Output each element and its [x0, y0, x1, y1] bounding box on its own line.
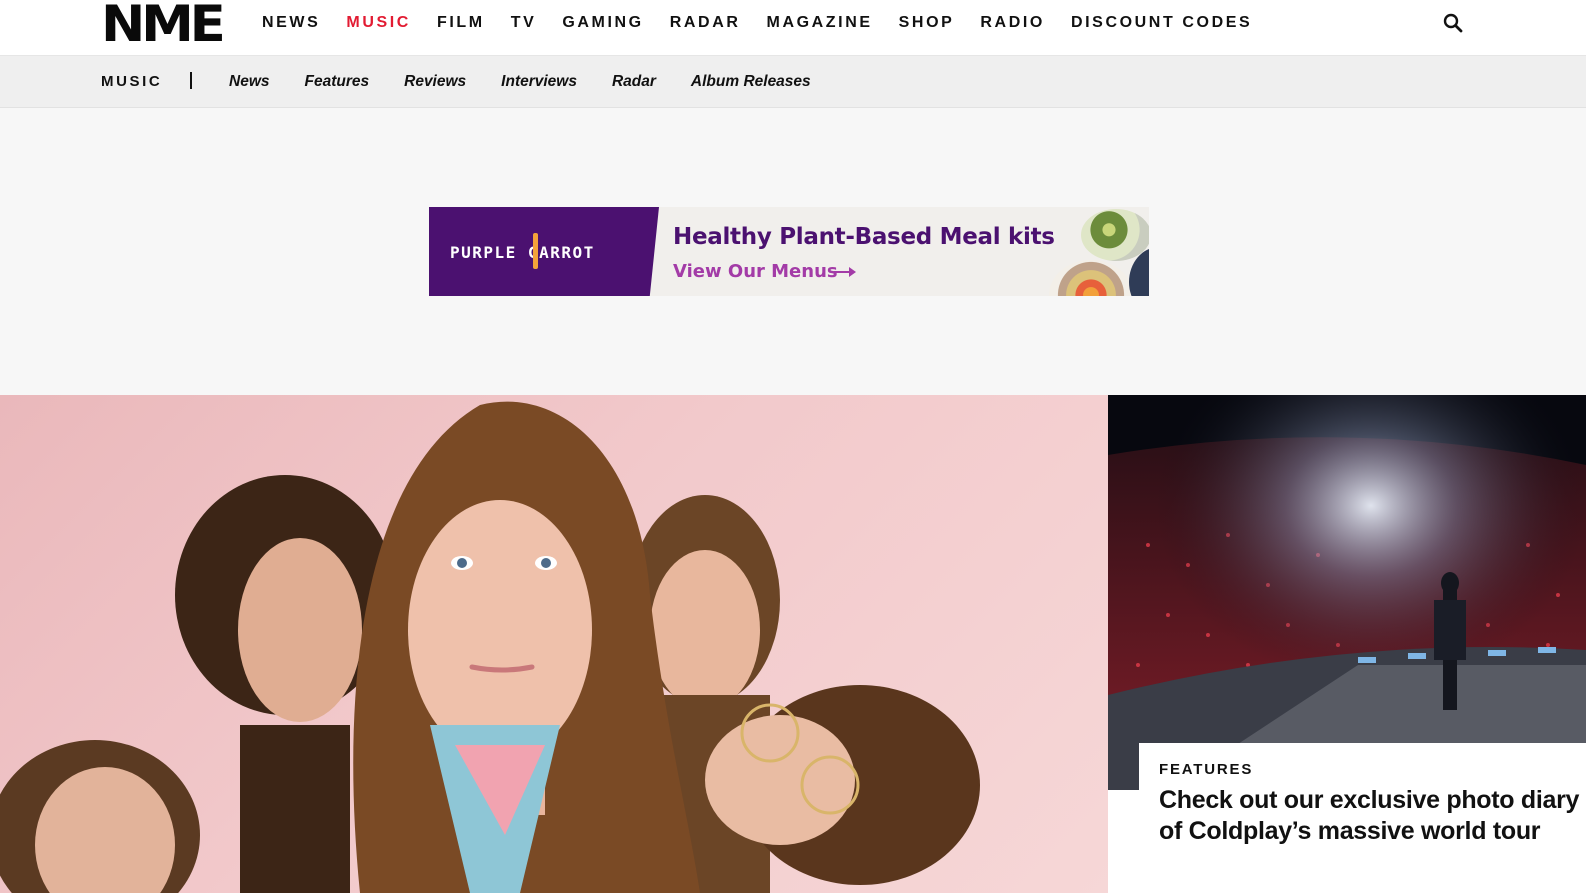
nav-film[interactable]: FILM: [437, 14, 485, 32]
nav-gaming[interactable]: GAMING: [562, 14, 643, 32]
subnav-news[interactable]: News: [229, 73, 270, 91]
article-category-tag[interactable]: FEATURES: [1159, 761, 1253, 778]
nav-magazine[interactable]: MAGAZINE: [767, 14, 873, 32]
nav-radio[interactable]: RADIO: [980, 14, 1045, 32]
ad-banner[interactable]: PURPLE CARROT Healthy Plant-Based Meal k…: [429, 207, 1149, 296]
band-portrait-illustration: [0, 401, 980, 893]
nav-shop[interactable]: SHOP: [899, 14, 955, 32]
section-title[interactable]: MUSIC: [101, 73, 162, 91]
nav-radar[interactable]: RADAR: [670, 14, 741, 32]
nme-logo[interactable]: NME: [101, 0, 226, 49]
ad-cta-link[interactable]: View Our Menus: [673, 261, 838, 282]
nav-discount-codes[interactable]: DISCOUNT CODES: [1071, 14, 1252, 32]
ad-brand-block: PURPLE CARROT: [429, 207, 659, 296]
ad-food-image: [1049, 260, 1133, 296]
side-article-card[interactable]: FEATURES Check out our exclusive photo d…: [1108, 395, 1586, 893]
hero-article-image[interactable]: [0, 395, 1108, 893]
ad-brand-logo: PURPLE CARROT: [450, 243, 595, 262]
subnav-interviews[interactable]: Interviews: [501, 73, 577, 91]
carrot-icon: [533, 233, 538, 269]
nav-news[interactable]: NEWS: [262, 14, 320, 32]
concert-stage-illustration: [1108, 395, 1586, 790]
search-button[interactable]: [1442, 12, 1464, 34]
side-article-image[interactable]: [1108, 395, 1586, 790]
search-icon: [1443, 13, 1463, 33]
ad-headline: Healthy Plant-Based Meal kits: [673, 224, 1055, 250]
article-headline[interactable]: Check out our exclusive photo diary of C…: [1159, 785, 1586, 847]
side-article-caption: FEATURES Check out our exclusive photo d…: [1139, 743, 1586, 893]
section-subnav: MUSIC News Features Reviews Interviews R…: [0, 56, 1586, 108]
site-header: NME NEWS MUSIC FILM TV GAMING RADAR MAGA…: [0, 0, 1586, 56]
nav-tv[interactable]: TV: [511, 14, 537, 32]
ad-food-image: [1081, 209, 1149, 261]
subnav-links: News Features Reviews Interviews Radar A…: [229, 73, 846, 91]
arrow-right-icon: [834, 267, 856, 277]
nav-music[interactable]: MUSIC: [346, 14, 411, 32]
subnav-reviews[interactable]: Reviews: [404, 73, 466, 91]
subnav-album-releases[interactable]: Album Releases: [691, 73, 811, 91]
subnav-features[interactable]: Features: [305, 73, 370, 91]
main-nav: NEWS MUSIC FILM TV GAMING RADAR MAGAZINE…: [262, 14, 1278, 32]
divider: [190, 72, 192, 89]
subnav-radar[interactable]: Radar: [612, 73, 656, 91]
